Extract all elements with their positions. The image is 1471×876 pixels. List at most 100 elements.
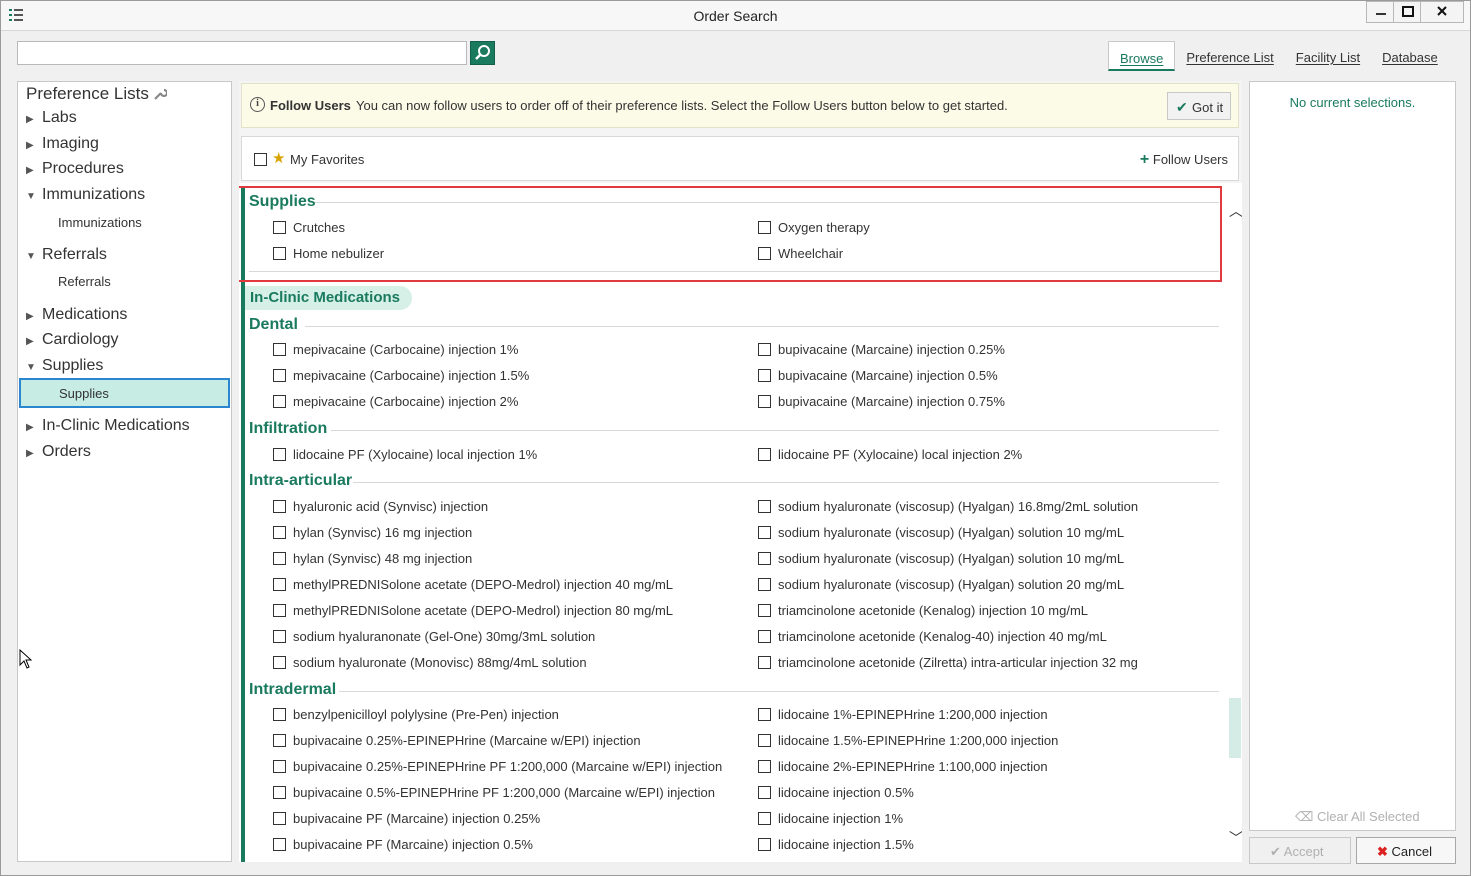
tree-child-supplies-selected[interactable]: Supplies: [19, 378, 230, 408]
order-item[interactable]: sodium hyaluronate (viscosup) (Hyalgan) …: [758, 577, 1124, 592]
scroll-up-icon[interactable]: ︿: [1229, 201, 1242, 221]
minimize-button[interactable]: [1366, 1, 1394, 23]
order-checkbox[interactable]: [758, 786, 771, 799]
order-item[interactable]: bupivacaine 0.25%-EPINEPHrine (Marcaine …: [273, 733, 641, 748]
order-checkbox[interactable]: [273, 656, 286, 669]
order-item[interactable]: methylPREDNISolone acetate (DEPO-Medrol)…: [273, 603, 673, 618]
order-item[interactable]: benzylpenicilloyl polylysine (Pre-Pen) i…: [273, 707, 559, 722]
order-checkbox[interactable]: [273, 500, 286, 513]
wrench-icon[interactable]: [153, 87, 167, 101]
favorites-checkbox[interactable]: [254, 153, 267, 166]
order-checkbox[interactable]: [758, 838, 771, 851]
order-item[interactable]: triamcinolone acetonide (Kenalog-40) inj…: [758, 629, 1107, 644]
follow-users-button[interactable]: + Follow Users: [1140, 151, 1228, 169]
tree-item-immunizations[interactable]: ▼ Immunizations: [26, 186, 145, 204]
order-item[interactable]: sodium hyaluronate (viscosup) (Hyalgan) …: [758, 499, 1138, 514]
order-item[interactable]: methylPREDNISolone acetate (DEPO-Medrol)…: [273, 577, 673, 592]
order-checkbox[interactable]: [273, 838, 286, 851]
order-item[interactable]: sodium hyaluronate (viscosup) (Hyalgan) …: [758, 551, 1124, 566]
tree-item-referrals[interactable]: ▼ Referrals: [26, 246, 107, 264]
tab-database[interactable]: Database: [1371, 41, 1449, 71]
order-checkbox[interactable]: [273, 812, 286, 825]
order-checkbox[interactable]: [758, 369, 771, 382]
order-item[interactable]: lidocaine 1%-EPINEPHrine 1:200,000 injec…: [758, 707, 1048, 722]
order-checkbox[interactable]: [273, 526, 286, 539]
order-item[interactable]: lidocaine injection 0.5%: [758, 785, 914, 800]
scroll-down-icon[interactable]: ﹀: [1229, 828, 1242, 848]
tree-item-procedures[interactable]: ▶ Procedures: [26, 160, 124, 178]
order-checkbox[interactable]: [758, 760, 771, 773]
cancel-button[interactable]: ✖ Cancel: [1356, 837, 1456, 864]
order-item[interactable]: bupivacaine 0.5%-EPINEPHrine PF 1:200,00…: [273, 785, 715, 800]
order-item[interactable]: lidocaine 2%-EPINEPHrine 1:100,000 injec…: [758, 759, 1048, 774]
order-checkbox[interactable]: [273, 630, 286, 643]
order-checkbox[interactable]: [273, 578, 286, 591]
order-item[interactable]: sodium hyaluronate (viscosup) (Hyalgan) …: [758, 525, 1124, 540]
order-item[interactable]: lidocaine PF (Xylocaine) local injection…: [273, 447, 537, 462]
order-checkbox[interactable]: [758, 812, 771, 825]
tree-item-supplies[interactable]: ▼ Supplies: [26, 357, 103, 375]
maximize-button[interactable]: [1393, 1, 1421, 23]
order-checkbox[interactable]: [273, 448, 286, 461]
order-checkbox[interactable]: [273, 343, 286, 356]
order-checkbox[interactable]: [758, 448, 771, 461]
close-button[interactable]: [1420, 1, 1464, 23]
order-checkbox[interactable]: [758, 734, 771, 747]
order-item[interactable]: hylan (Synvisc) 16 mg injection: [273, 525, 472, 540]
order-item[interactable]: lidocaine injection 1.5%: [758, 837, 914, 852]
order-item[interactable]: mepivacaine (Carbocaine) injection 1.5%: [273, 368, 529, 383]
order-checkbox[interactable]: [273, 552, 286, 565]
tab-preference-list[interactable]: Preference List: [1175, 41, 1284, 71]
scrollbar-thumb[interactable]: [1229, 698, 1241, 758]
order-checkbox[interactable]: [758, 630, 771, 643]
tree-item-labs[interactable]: ▶ Labs: [26, 109, 77, 127]
order-item[interactable]: mepivacaine (Carbocaine) injection 1%: [273, 342, 518, 357]
order-checkbox[interactable]: [273, 786, 286, 799]
order-checkbox[interactable]: [273, 604, 286, 617]
order-item[interactable]: bupivacaine (Marcaine) injection 0.25%: [758, 342, 1005, 357]
order-checkbox[interactable]: [758, 343, 771, 356]
order-checkbox[interactable]: [273, 395, 286, 408]
search-input[interactable]: [17, 41, 467, 65]
clear-all-selected-button[interactable]: ⌫ Clear All Selected: [1295, 809, 1420, 825]
order-item[interactable]: triamcinolone acetonide (Zilretta) intra…: [758, 655, 1138, 670]
tree-child-immunizations[interactable]: Immunizations: [58, 215, 142, 230]
order-checkbox[interactable]: [758, 656, 771, 669]
order-item[interactable]: bupivacaine PF (Marcaine) injection 0.5%: [273, 837, 533, 852]
order-item[interactable]: sodium hyaluronate (Monovisc) 88mg/4mL s…: [273, 655, 587, 670]
search-button[interactable]: [470, 41, 495, 65]
order-checkbox[interactable]: [758, 395, 771, 408]
order-item[interactable]: lidocaine PF (Xylocaine) local injection…: [758, 447, 1022, 462]
order-checkbox[interactable]: [273, 734, 286, 747]
order-item[interactable]: hyaluronic acid (Synvisc) injection: [273, 499, 488, 514]
order-item[interactable]: triamcinolone acetonide (Kenalog) inject…: [758, 603, 1088, 618]
order-checkbox[interactable]: [273, 369, 286, 382]
order-checkbox[interactable]: [758, 708, 771, 721]
order-item[interactable]: mepivacaine (Carbocaine) injection 2%: [273, 394, 518, 409]
got-it-button[interactable]: ✔ Got it: [1167, 92, 1231, 120]
order-item[interactable]: bupivacaine (Marcaine) injection 0.5%: [758, 368, 998, 383]
order-item[interactable]: lidocaine injection 1%: [758, 811, 903, 826]
order-item[interactable]: bupivacaine (Marcaine) injection 0.75%: [758, 394, 1005, 409]
order-item[interactable]: bupivacaine PF (Marcaine) injection 0.25…: [273, 811, 540, 826]
order-checkbox[interactable]: [758, 552, 771, 565]
order-item[interactable]: sodium hyaluranonate (Gel-One) 30mg/3mL …: [273, 629, 595, 644]
order-checkbox[interactable]: [273, 760, 286, 773]
order-checkbox[interactable]: [758, 526, 771, 539]
tree-item-orders[interactable]: ▶ Orders: [26, 443, 91, 461]
tree-item-cardiology[interactable]: ▶ Cardiology: [26, 331, 118, 349]
order-item[interactable]: lidocaine 1.5%-EPINEPHrine 1:200,000 inj…: [758, 733, 1058, 748]
tree-item-medications[interactable]: ▶ Medications: [26, 306, 127, 324]
tab-facility-list[interactable]: Facility List: [1285, 41, 1371, 71]
order-checkbox[interactable]: [758, 500, 771, 513]
order-checkbox[interactable]: [758, 604, 771, 617]
order-checkbox[interactable]: [273, 708, 286, 721]
order-checkbox[interactable]: [758, 578, 771, 591]
tree-item-imaging[interactable]: ▶ Imaging: [26, 135, 99, 153]
accept-button[interactable]: ✔ Accept: [1249, 837, 1351, 864]
order-item[interactable]: hylan (Synvisc) 48 mg injection: [273, 551, 472, 566]
order-item[interactable]: bupivacaine 0.25%-EPINEPHrine PF 1:200,0…: [273, 759, 722, 774]
tree-item-in-clinic-medications[interactable]: ▶ In-Clinic Medications: [26, 417, 190, 435]
tree-child-referrals[interactable]: Referrals: [58, 274, 111, 289]
tab-browse[interactable]: Browse: [1108, 41, 1176, 71]
